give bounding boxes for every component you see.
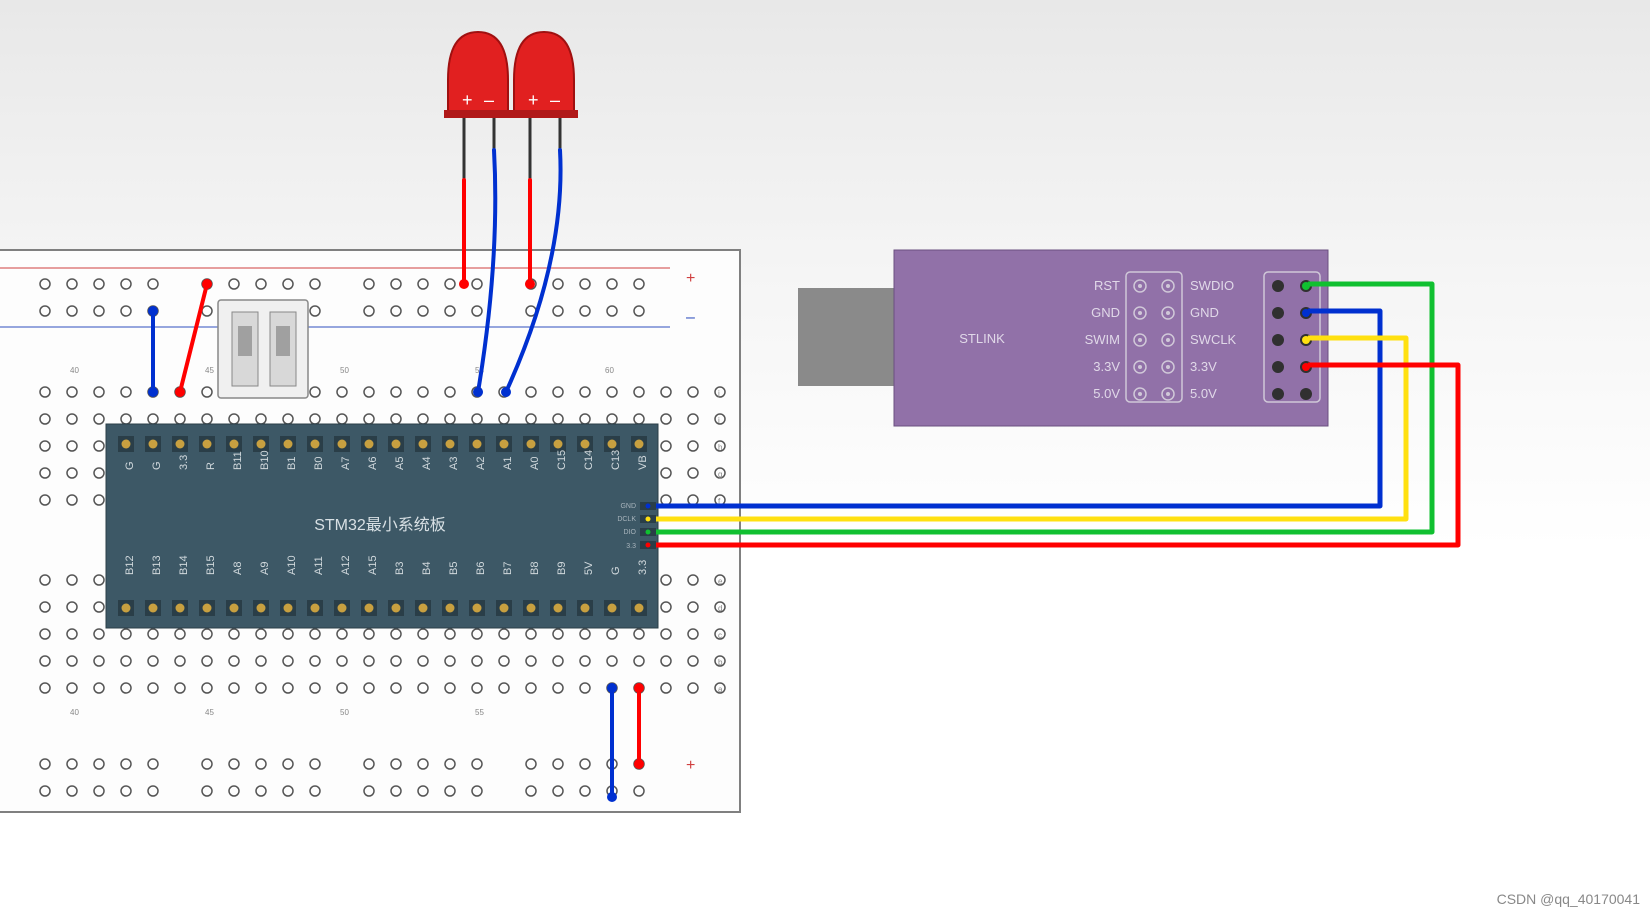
- svg-text:3.3: 3.3: [626, 543, 636, 550]
- svg-text:45: 45: [205, 708, 214, 717]
- svg-text:SWCLK: SWCLK: [1190, 332, 1237, 347]
- svg-text:40: 40: [70, 366, 79, 375]
- svg-text:A4: A4: [421, 457, 433, 470]
- svg-text:DIO: DIO: [624, 529, 637, 536]
- svg-text:A6: A6: [367, 457, 379, 470]
- watermark: CSDN @qq_40170041: [1497, 891, 1640, 907]
- svg-text:G: G: [124, 461, 136, 470]
- svg-text:B3: B3: [394, 562, 406, 575]
- svg-text:50: 50: [340, 708, 349, 717]
- svg-text:B15: B15: [205, 555, 217, 575]
- svg-text:GND: GND: [620, 503, 636, 510]
- svg-text:A11: A11: [313, 556, 325, 575]
- dip-switches: [218, 300, 308, 398]
- svg-text:40: 40: [70, 708, 79, 717]
- svg-text:B10: B10: [259, 450, 271, 470]
- svg-text:RST: RST: [1094, 278, 1120, 293]
- svg-text:+: +: [462, 90, 473, 110]
- svg-text:R: R: [205, 462, 217, 470]
- svg-text:A8: A8: [232, 562, 244, 575]
- svg-text:+: +: [528, 90, 539, 110]
- svg-text:60: 60: [605, 366, 614, 375]
- svg-text:g: g: [718, 470, 722, 479]
- svg-text:A7: A7: [340, 457, 352, 470]
- svg-text:SWIM: SWIM: [1085, 332, 1120, 347]
- svg-text:b: b: [718, 658, 723, 667]
- rail-plus: +: [686, 270, 695, 287]
- svg-text:3.3: 3.3: [178, 455, 190, 470]
- svg-text:5.0V: 5.0V: [1190, 386, 1217, 401]
- stlink-title: STLINK: [959, 331, 1005, 346]
- rail-plus-bottom: +: [686, 757, 695, 774]
- svg-text:B4: B4: [421, 562, 433, 575]
- svg-text:A3: A3: [448, 457, 460, 470]
- svg-text:3.3: 3.3: [637, 560, 649, 575]
- svg-text:3.3V: 3.3V: [1093, 359, 1120, 374]
- svg-text:GND: GND: [1091, 305, 1120, 320]
- svg-text:B12: B12: [124, 555, 136, 575]
- led-2: + –: [510, 32, 578, 180]
- svg-text:G: G: [610, 566, 622, 575]
- svg-text:5.0V: 5.0V: [1093, 386, 1120, 401]
- svg-text:A10: A10: [286, 555, 298, 575]
- svg-text:B5: B5: [448, 562, 460, 575]
- svg-text:5V: 5V: [583, 561, 595, 575]
- board-title: STM32最小系统板: [314, 516, 446, 534]
- diagram-canvas: { "board": { "title": "STM32最小系统板", "top…: [0, 0, 1650, 912]
- svg-text:G: G: [151, 461, 163, 470]
- svg-text:h: h: [718, 443, 722, 452]
- stlink-programmer: STLINK RST SWDIO GND GND SWIM SWCLK 3.3V 3.3V 5.…: [798, 250, 1328, 426]
- svg-text:C14: C14: [583, 450, 595, 470]
- svg-text:3.3V: 3.3V: [1190, 359, 1217, 374]
- svg-text:B8: B8: [529, 562, 541, 575]
- svg-text:B11: B11: [232, 451, 244, 470]
- svg-text:50: 50: [340, 366, 349, 375]
- svg-text:d: d: [718, 604, 722, 613]
- svg-text:DCLK: DCLK: [617, 516, 636, 523]
- svg-text:B6: B6: [475, 562, 487, 575]
- svg-text:A5: A5: [394, 457, 406, 470]
- svg-text:j: j: [717, 389, 720, 398]
- svg-text:i: i: [718, 416, 720, 425]
- svg-text:A2: A2: [475, 457, 487, 470]
- svg-text:A12: A12: [340, 555, 352, 575]
- svg-text:55: 55: [475, 708, 484, 717]
- svg-text:C13: C13: [610, 450, 622, 470]
- svg-text:e: e: [718, 577, 723, 586]
- svg-text:–: –: [550, 90, 560, 110]
- svg-text:B14: B14: [178, 555, 190, 575]
- svg-text:45: 45: [205, 366, 214, 375]
- svg-text:–: –: [484, 90, 494, 110]
- rail-minus: –: [686, 309, 695, 326]
- diagram-svg: + – + jihgfedcba 40 45 50 55 60 40 45 50…: [0, 0, 1650, 912]
- svg-text:B13: B13: [151, 555, 163, 575]
- svg-text:C15: C15: [556, 450, 568, 470]
- svg-text:VB: VB: [637, 455, 649, 470]
- svg-text:SWDIO: SWDIO: [1190, 278, 1234, 293]
- svg-text:A15: A15: [367, 555, 379, 575]
- svg-text:a: a: [718, 685, 723, 694]
- svg-text:B7: B7: [502, 562, 514, 575]
- svg-text:A0: A0: [529, 457, 541, 470]
- led-1: + –: [444, 32, 512, 180]
- svg-text:B1: B1: [286, 457, 298, 470]
- svg-text:B9: B9: [556, 562, 568, 575]
- svg-text:A9: A9: [259, 562, 271, 575]
- svg-text:GND: GND: [1190, 305, 1219, 320]
- svg-text:A1: A1: [502, 457, 514, 470]
- svg-text:c: c: [718, 631, 722, 640]
- svg-text:B0: B0: [313, 457, 325, 470]
- stm32-board: STM32最小系统板 G G 3.3 R B11 B10 B1 B0 A7 A6 A5 A4 A3 A2 A…: [106, 424, 658, 628]
